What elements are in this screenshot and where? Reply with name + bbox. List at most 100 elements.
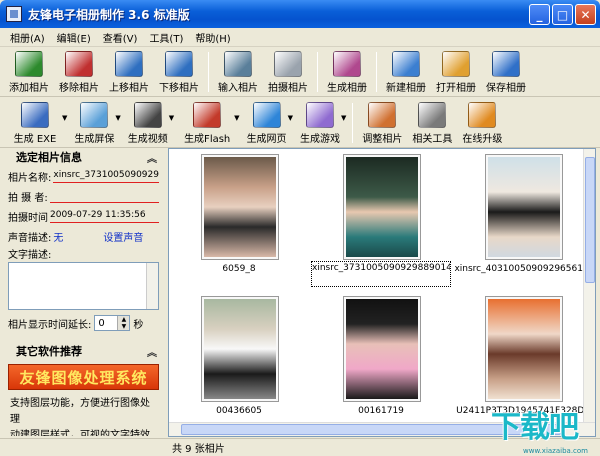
toolbar-separator bbox=[352, 103, 354, 143]
menu-view[interactable]: 查看(V) bbox=[97, 30, 144, 45]
upgrade-button[interactable]: 在线升级 bbox=[457, 98, 507, 146]
dropdown-arrow-icon[interactable]: ▼ bbox=[115, 114, 120, 122]
promo-header[interactable]: 其它软件推荐 ︽ bbox=[4, 342, 163, 360]
photo-thumbnail[interactable]: 00161719 bbox=[311, 293, 451, 423]
move-up-button[interactable]: 上移相片 bbox=[104, 47, 154, 95]
menu-tools[interactable]: 工具(T) bbox=[143, 30, 189, 45]
photo-frame[interactable] bbox=[485, 154, 563, 260]
webpage-button[interactable]: 生成网页 bbox=[242, 98, 292, 146]
menu-edit[interactable]: 编辑(E) bbox=[51, 30, 97, 45]
photo-frame[interactable] bbox=[343, 296, 421, 402]
text-desc-scrollbar[interactable] bbox=[146, 263, 158, 309]
dropdown-arrow-icon[interactable]: ▼ bbox=[288, 114, 293, 122]
toolbar-label: 生成网页 bbox=[246, 134, 287, 145]
dropdown-arrow-icon[interactable]: ▼ bbox=[234, 114, 239, 122]
photo-count: 共 9 张相片 bbox=[172, 444, 225, 455]
time-field[interactable]: 2009-07-29 11:35:56 bbox=[50, 209, 159, 223]
new-album-button[interactable]: 新建相册 bbox=[381, 47, 431, 95]
promo-line-1: 支持图层功能，方便进行图像处理 bbox=[10, 398, 150, 425]
upgrade-icon bbox=[468, 102, 497, 128]
sound-label: 声音描述: bbox=[8, 232, 52, 244]
photo-thumbnail[interactable]: 00436605 bbox=[169, 293, 309, 423]
menu-album[interactable]: 相册(A) bbox=[4, 30, 51, 45]
menu-bar: 相册(A) 编辑(E) 查看(V) 工具(T) 帮助(H) bbox=[0, 28, 600, 47]
make-album-button[interactable]: 生成相册 bbox=[322, 47, 372, 95]
photo-image[interactable] bbox=[488, 157, 560, 257]
menu-help[interactable]: 帮助(H) bbox=[189, 30, 236, 45]
delay-stepper[interactable]: 0 ▲ ▼ bbox=[94, 315, 131, 331]
photo-frame[interactable] bbox=[201, 154, 279, 260]
maximize-button[interactable]: □ bbox=[552, 4, 573, 25]
toolbar-label: 移除相片 bbox=[59, 83, 99, 94]
save-album-icon bbox=[492, 51, 520, 77]
save-album-button[interactable]: 保存相册 bbox=[481, 47, 531, 95]
toolbar-label: 生成屏保 bbox=[74, 134, 115, 145]
vertical-scrollbar[interactable] bbox=[583, 149, 595, 423]
screensaver-button[interactable]: 生成屏保 bbox=[69, 98, 119, 146]
flash-icon bbox=[193, 102, 222, 128]
camera-icon bbox=[274, 51, 302, 77]
remove-photo-button[interactable]: 移除相片 bbox=[54, 47, 104, 95]
time-label: 拍摄时间 bbox=[8, 212, 48, 224]
sound-value: 无 bbox=[53, 232, 64, 244]
flash-button[interactable]: 生成Flash bbox=[176, 98, 238, 146]
photo-info-header[interactable]: 选定相片信息 ︽ bbox=[4, 148, 163, 166]
photo-image[interactable] bbox=[488, 299, 560, 399]
toolbar-label: 生成相册 bbox=[327, 83, 367, 94]
video-button[interactable]: 生成视频 bbox=[123, 98, 173, 146]
move-down-icon bbox=[165, 51, 193, 77]
tools-button[interactable]: 相关工具 bbox=[407, 98, 457, 146]
stepper-arrows-icon[interactable]: ▲ ▼ bbox=[117, 316, 130, 330]
title-bar: 友锋电子相册制作 3.6 标准版 _ □ ✕ bbox=[0, 0, 600, 28]
camera-button[interactable]: 拍摄相片 bbox=[263, 47, 313, 95]
add-photo-button[interactable]: 添加相片 bbox=[4, 47, 54, 95]
open-album-button[interactable]: 打开相册 bbox=[431, 47, 481, 95]
window-title: 友锋电子相册制作 3.6 标准版 bbox=[28, 7, 190, 22]
import-photo-button[interactable]: 输入相片 bbox=[213, 47, 263, 95]
tools-icon bbox=[418, 102, 447, 128]
photo-thumbnail[interactable]: 6059_8 bbox=[169, 151, 309, 281]
close-button[interactable]: ✕ bbox=[575, 4, 596, 25]
photo-name-field[interactable]: xinsrc_373100509092988 bbox=[53, 169, 159, 183]
dropdown-arrow-icon[interactable]: ▼ bbox=[169, 114, 174, 122]
photo-image[interactable] bbox=[346, 299, 418, 399]
photo-frame[interactable] bbox=[485, 296, 563, 402]
set-sound-link[interactable]: 设置声音 bbox=[103, 229, 143, 244]
photo-info-heading: 选定相片信息 bbox=[16, 151, 82, 164]
collapse-icon[interactable]: ︽ bbox=[147, 150, 157, 165]
text-desc-input[interactable] bbox=[8, 262, 159, 310]
photo-thumbnail[interactable]: xinsrc_373100509092988901413112 bbox=[311, 151, 451, 287]
author-field[interactable] bbox=[49, 189, 159, 203]
photo-caption: 00436605 bbox=[216, 406, 262, 416]
toolbar-label: 生成 EXE bbox=[13, 134, 57, 145]
delay-label: 相片显示时间延长: bbox=[8, 319, 92, 331]
import-photo-icon bbox=[224, 51, 252, 77]
left-panel: 选定相片信息 ︽ 相片名称: xinsrc_373100509092988 拍 … bbox=[4, 148, 163, 436]
toolbar-label: 打开相册 bbox=[436, 83, 476, 94]
promo-line-2: 动建图层样式，可视的文字特效 bbox=[10, 430, 150, 436]
text-desc-label: 文字描述: bbox=[8, 249, 52, 261]
toolbar-label: 拍摄相片 bbox=[268, 83, 308, 94]
photo-frame[interactable] bbox=[201, 296, 279, 402]
output-toolbar: 生成 EXE ▼ 生成屏保 ▼ 生成视频 ▼ 生成Flash ▼ 生成网页 ▼ 生成游戏 ▼ 调整相片相… bbox=[0, 98, 600, 148]
dropdown-arrow-icon[interactable]: ▼ bbox=[62, 114, 67, 122]
toolbar-label: 生成视频 bbox=[127, 134, 168, 145]
open-album-icon bbox=[442, 51, 470, 77]
photo-image[interactable] bbox=[204, 299, 276, 399]
photo-image[interactable] bbox=[346, 157, 418, 257]
vscroll-thumb[interactable] bbox=[585, 157, 595, 283]
photo-thumbnail[interactable]: xinsrc_40310050909296561... bbox=[453, 151, 593, 281]
dropdown-arrow-icon[interactable]: ▼ bbox=[341, 114, 346, 122]
game-button[interactable]: 生成游戏 bbox=[295, 98, 345, 146]
adjust-photo-button[interactable]: 调整相片 bbox=[357, 98, 407, 146]
photo-frame[interactable] bbox=[343, 154, 421, 260]
photo-image[interactable] bbox=[204, 157, 276, 257]
toolbar-separator bbox=[317, 52, 318, 92]
toolbar-label: 下移相片 bbox=[159, 83, 199, 94]
minimize-button[interactable]: _ bbox=[529, 4, 550, 25]
move-down-button[interactable]: 下移相片 bbox=[154, 47, 204, 95]
promo-banner[interactable]: 友锋图像处理系统 bbox=[8, 364, 159, 390]
collapse-icon[interactable]: ︽ bbox=[147, 344, 157, 359]
photo-grid: 6059_8 xinsrc_373100509092988901413112xin… bbox=[168, 148, 596, 437]
exe-button[interactable]: 生成 EXE bbox=[4, 98, 66, 146]
